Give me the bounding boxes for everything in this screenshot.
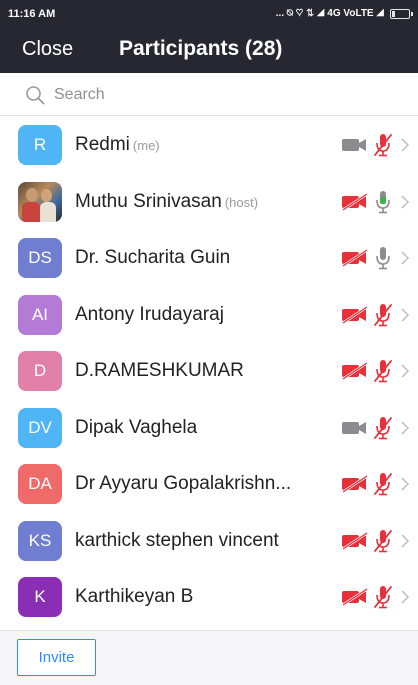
chevron-right-icon <box>401 251 410 265</box>
avatar: KS <box>18 520 62 561</box>
participant-row[interactable]: DV Dipak Vaghela <box>0 400 418 457</box>
participant-name: Dipak Vaghela <box>75 416 198 438</box>
participant-status-icons <box>340 230 410 287</box>
participant-status-icons <box>340 513 410 570</box>
participant-name: karthick stephen vincent <box>75 529 279 551</box>
participant-status-icons <box>340 343 410 400</box>
avatar: DA <box>18 464 62 505</box>
video-camera-icon <box>342 421 366 434</box>
video-camera-icon <box>342 305 368 324</box>
participant-name: Dr Ayyaru Gopalakrishn... <box>75 473 292 495</box>
status-indicators-group: ... ⍉ ♡ ⇅ ◢ 4G VoLTE ◢ <box>275 8 413 19</box>
participant-row[interactable]: AI Antony Irudayaraj <box>0 287 418 344</box>
participant-row[interactable]: K Karthikeyan B <box>0 569 418 626</box>
avatar: D <box>18 351 62 392</box>
participant-row[interactable]: D D.RAMESHKUMAR <box>0 343 418 400</box>
participant-name-group: Redmi (me) <box>75 134 328 156</box>
participant-row[interactable]: DS Dr. Sucharita Guin <box>0 230 418 287</box>
participant-status-icons <box>340 400 410 457</box>
participant-name: Antony Irudayaraj <box>75 303 224 325</box>
avatar: R <box>18 125 62 166</box>
participant-role-tag: (me) <box>132 138 160 154</box>
chevron-right-icon <box>401 590 410 604</box>
microphone-icon <box>374 134 392 157</box>
chevron-right-icon <box>401 477 410 491</box>
avatar: DS <box>18 238 62 279</box>
status-indicators: ... ⍉ ♡ ⇅ ◢ 4G VoLTE ◢ <box>275 8 384 19</box>
microphone-icon <box>376 247 390 270</box>
header-bar: Close Participants (28) <box>0 27 418 73</box>
status-bar: 11:16 AM ... ⍉ ♡ ⇅ ◢ 4G VoLTE ◢ <box>0 0 418 27</box>
video-camera-icon <box>342 362 368 381</box>
participant-name-group: Karthikeyan B <box>75 586 328 608</box>
chevron-right-icon <box>401 421 410 435</box>
avatar: AI <box>18 294 62 335</box>
participant-list: R Redmi (me) Muthu Srinivasan (host) DS Dr. Su… <box>0 117 418 630</box>
participant-role-tag: (host) <box>224 194 259 210</box>
microphone-icon <box>374 586 392 609</box>
microphone-icon <box>374 529 392 553</box>
participant-name-group: karthick stephen vincent <box>75 530 328 552</box>
participant-row[interactable]: Muthu Srinivasan (host) <box>0 174 418 231</box>
avatar-photo <box>18 181 62 222</box>
participant-status-icons <box>340 117 410 174</box>
battery-icon <box>390 8 413 19</box>
chevron-right-icon <box>401 364 410 378</box>
microphone-icon <box>374 360 392 383</box>
page-title: Participants (28) <box>119 37 283 60</box>
participant-name: Muthu Srinivasan <box>75 190 222 212</box>
bottom-bar: Invite <box>0 630 418 685</box>
participant-row[interactable]: DA Dr Ayyaru Gopalakrishn... <box>0 456 418 513</box>
participant-name: Dr. Sucharita Guin <box>75 247 231 269</box>
search-icon <box>26 86 45 105</box>
participant-name: D.RAMESHKUMAR <box>75 360 244 382</box>
participant-status-icons <box>340 174 410 231</box>
chevron-right-icon <box>401 534 410 548</box>
video-camera-icon <box>342 192 368 211</box>
avatar: DV <box>18 407 62 448</box>
participant-status-icons <box>340 456 410 513</box>
close-button[interactable]: Close <box>22 38 73 61</box>
chevron-right-icon <box>401 195 410 209</box>
video-camera-icon <box>342 475 368 494</box>
search-bar <box>0 73 418 116</box>
chevron-right-icon <box>401 308 410 322</box>
battery-level <box>392 10 395 17</box>
microphone-icon <box>374 303 392 327</box>
participant-status-icons <box>340 569 410 626</box>
participant-name-group: Dipak Vaghela <box>75 417 328 439</box>
status-time: 11:16 AM <box>8 7 56 20</box>
microphone-icon <box>376 190 390 214</box>
participant-name-group: Dr. Sucharita Guin <box>75 247 328 269</box>
participant-name-group: Muthu Srinivasan (host) <box>75 191 328 213</box>
participant-name-group: Dr Ayyaru Gopalakrishn... <box>75 473 328 495</box>
video-camera-icon <box>342 531 368 550</box>
microphone-icon <box>374 473 392 496</box>
avatar: K <box>18 577 62 618</box>
participant-name-group: Antony Irudayaraj <box>75 304 328 326</box>
participant-row[interactable]: KS karthick stephen vincent <box>0 513 418 570</box>
microphone-icon <box>374 416 392 440</box>
video-camera-icon <box>342 588 368 607</box>
invite-button[interactable]: Invite <box>17 639 96 676</box>
participant-name-group: D.RAMESHKUMAR <box>75 360 328 382</box>
chevron-right-icon <box>401 138 410 152</box>
participant-name: Karthikeyan B <box>75 586 194 608</box>
search-input[interactable] <box>54 82 394 108</box>
video-camera-icon <box>342 249 368 268</box>
video-camera-icon <box>342 139 366 152</box>
participant-name: Redmi <box>75 134 130 156</box>
participant-status-icons <box>340 287 410 344</box>
participant-row[interactable]: R Redmi (me) <box>0 117 418 174</box>
